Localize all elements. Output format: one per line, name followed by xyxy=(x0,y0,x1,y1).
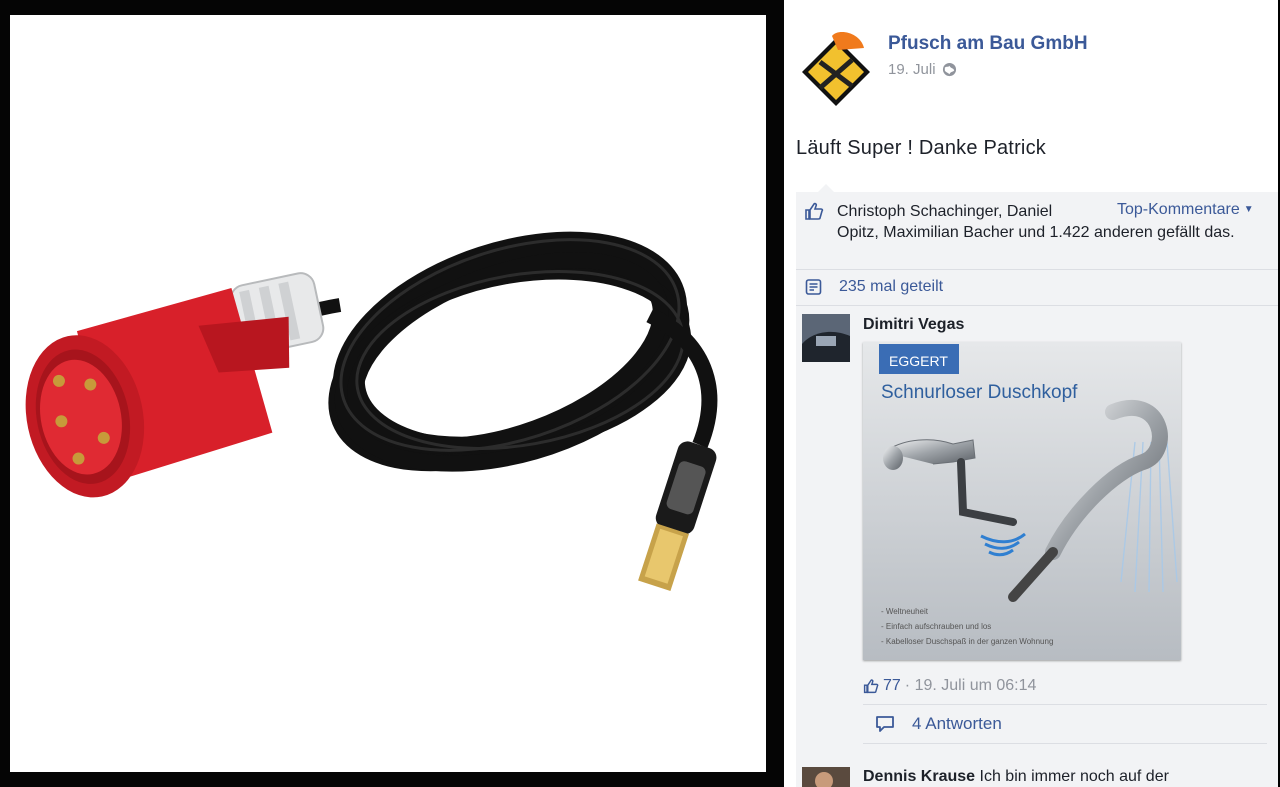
comment-body: Dennis Krause Ich bin immer noch auf der xyxy=(863,768,1169,786)
ad-bullet: - Weltneuheit xyxy=(881,607,929,616)
globe-icon[interactable] xyxy=(942,62,957,77)
ad-brand: EGGERT xyxy=(889,353,948,369)
post-text: Läuft Super ! Danke Patrick xyxy=(796,137,1046,159)
comment-author[interactable]: Dimitri Vegas xyxy=(863,316,964,334)
divider xyxy=(796,305,1280,306)
speech-bubble-icon xyxy=(876,716,894,732)
comment-author[interactable]: Dennis Krause xyxy=(863,768,975,785)
top-comments-dropdown[interactable]: Top-Kommentare ▼ xyxy=(1117,201,1254,219)
ad-title: Schnurloser Duschkopf xyxy=(881,382,1078,403)
profile-photo-icon xyxy=(802,767,850,787)
construction-helmet-sign-icon[interactable] xyxy=(798,30,874,110)
cee-to-usb-cable-image xyxy=(25,231,718,592)
share-icon[interactable] xyxy=(805,278,823,296)
comment-like-count[interactable]: 77 xyxy=(883,677,901,695)
likes-summary: Christoph Schachinger, Daniel Top-Kommen… xyxy=(796,192,1280,268)
page-name-link[interactable]: Pfusch am Bau GmbH xyxy=(888,33,1088,55)
post-panel: Pfusch am Bau GmbH 19. Juli Läuft Super … xyxy=(784,0,1280,787)
comment: Dimitri Vegas EGGERT Schnurloser Duschko… xyxy=(796,308,1280,783)
comment-time[interactable]: · 19. Juli um 06:14 xyxy=(905,677,1037,695)
post-photo[interactable] xyxy=(10,15,766,772)
avatar[interactable] xyxy=(802,767,850,787)
comment-actions: 77 · 19. Juli um 06:14 xyxy=(863,677,1036,695)
shares-link[interactable]: 235 mal geteilt xyxy=(839,278,943,296)
ad-bullet: - Einfach aufschrauben und los xyxy=(881,622,991,631)
photo-viewer xyxy=(0,0,784,787)
comment-text: Ich bin immer noch auf der xyxy=(979,768,1169,785)
post-date[interactable]: 19. Juli xyxy=(888,61,936,78)
thumbs-up-icon[interactable] xyxy=(804,201,824,221)
comment: Dennis Krause Ich bin immer noch auf der xyxy=(796,763,1280,787)
car-photo-avatar-icon xyxy=(802,314,850,362)
ad-bullet: - Kabelloser Duschspaß in der ganzen Woh… xyxy=(881,637,1053,646)
avatar[interactable] xyxy=(802,314,850,362)
feedback-area: Christoph Schachinger, Daniel Top-Kommen… xyxy=(796,184,1280,787)
shares-row: 235 mal geteilt xyxy=(796,270,1280,304)
thumbs-up-icon[interactable] xyxy=(863,678,879,694)
shower-head-ad-image: EGGERT Schnurloser Duschkopf - Weltneuhe… xyxy=(863,342,1181,660)
replies-link[interactable]: 4 Antworten xyxy=(912,714,1002,734)
likes-names-rest[interactable]: Opitz, Maximilian Bacher und 1.422 ander… xyxy=(837,222,1277,243)
top-comments-label: Top-Kommentare xyxy=(1117,201,1240,218)
likes-names[interactable]: Christoph Schachinger, Daniel xyxy=(837,201,1107,222)
ufi-notch xyxy=(818,184,834,192)
chevron-down-icon: ▼ xyxy=(1243,204,1254,215)
comment-image[interactable]: EGGERT Schnurloser Duschkopf - Weltneuhe… xyxy=(863,342,1181,660)
replies-row[interactable]: 4 Antworten xyxy=(863,704,1267,744)
post-meta: 19. Juli xyxy=(888,61,957,78)
